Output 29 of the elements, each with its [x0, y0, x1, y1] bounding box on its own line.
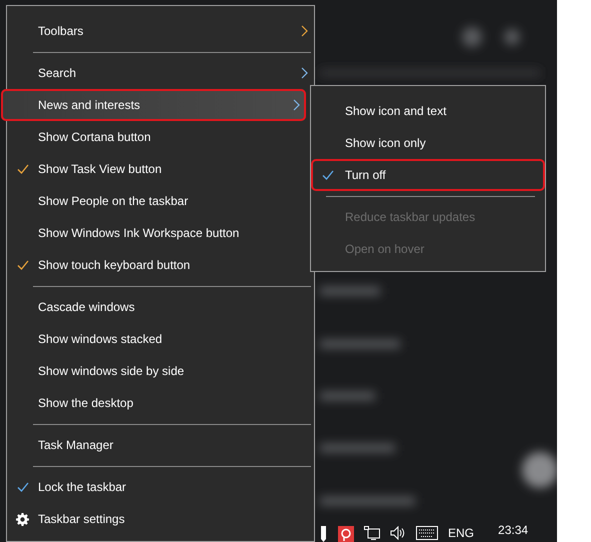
volume-icon[interactable] — [390, 526, 406, 540]
menu-item[interactable]: Show Task View button — [7, 153, 314, 185]
network-icon[interactable] — [364, 526, 380, 540]
menu-item[interactable]: Cascade windows — [7, 291, 314, 323]
menu-item[interactable]: Turn off — [311, 159, 545, 191]
menu-item[interactable]: Show windows side by side — [7, 355, 314, 387]
menu-item[interactable]: Search — [7, 57, 314, 89]
menu-item[interactable]: Show touch keyboard button — [7, 249, 314, 281]
chevron-icon — [301, 25, 308, 37]
menu-item[interactable]: Show Windows Ink Workspace button — [7, 217, 314, 249]
menu-item[interactable]: Taskbar settings — [7, 503, 314, 535]
menu-item[interactable]: Show Cortana button — [7, 121, 314, 153]
menu-item[interactable]: Show icon and text — [311, 95, 545, 127]
settings-icon — [16, 512, 29, 526]
menu-item[interactable]: Lock the taskbar — [7, 471, 314, 503]
menu-item[interactable]: Show People on the taskbar — [7, 185, 314, 217]
menu-item[interactable]: Show the desktop — [7, 387, 314, 419]
chevron-icon — [301, 67, 308, 79]
menu-item[interactable]: Show windows stacked — [7, 323, 314, 355]
clock-time[interactable]: 23:34 — [498, 523, 528, 537]
menu-item[interactable]: News and interests — [1, 89, 306, 121]
menu-item[interactable]: Show icon only — [311, 127, 545, 159]
menu-item[interactable]: Toolbars — [7, 15, 314, 47]
pen-icon[interactable] — [319, 526, 328, 542]
menu-item[interactable]: Task Manager — [7, 429, 314, 461]
keyboard-icon[interactable] — [416, 526, 438, 540]
chevron-icon — [293, 99, 300, 111]
language-indicator[interactable]: ENG — [448, 526, 474, 540]
app-icon[interactable] — [338, 526, 354, 542]
